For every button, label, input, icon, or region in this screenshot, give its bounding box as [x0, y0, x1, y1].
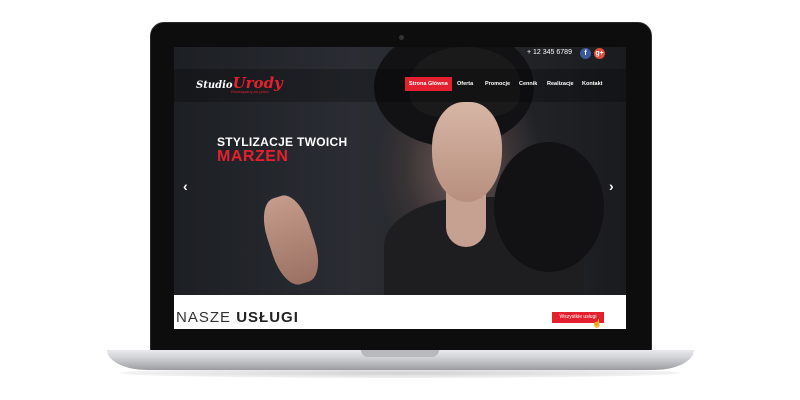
phone-number: + 12 345 6789: [527, 49, 572, 56]
hero-heading-line1: STYLIZACJE TWOICH: [217, 135, 348, 149]
laptop-screen: + 12 345 6789 f g+ StudioUrody Rozwiązan…: [174, 47, 626, 329]
facebook-icon[interactable]: f: [580, 48, 591, 59]
chevron-left-icon[interactable]: ‹: [183, 178, 188, 194]
hero-face: [432, 102, 502, 202]
top-bar: + 12 345 6789 f g+: [174, 47, 626, 61]
hero-fur-collar: [494, 142, 604, 272]
nav-cennik[interactable]: Cennik: [515, 77, 541, 91]
nav-home[interactable]: Strona Główna: [405, 77, 452, 91]
services-title: NASZE USŁUGI: [176, 309, 299, 326]
nav-promocje[interactable]: Promocje: [481, 77, 514, 91]
hero-hand: [256, 190, 326, 290]
hero-slider: + 12 345 6789 f g+ StudioUrody Rozwiązan…: [174, 47, 626, 307]
services-title-bold: USŁUGI: [236, 309, 299, 326]
cursor-icon: ☝: [592, 319, 602, 328]
services-section: NASZE USŁUGI Wszystkie usługi ☝: [174, 295, 626, 329]
laptop-camera: [399, 35, 404, 40]
google-plus-icon[interactable]: g+: [594, 48, 605, 59]
chevron-right-icon[interactable]: ›: [609, 178, 614, 194]
nav-kontakt[interactable]: Kontakt: [578, 77, 606, 91]
laptop-base-notch: [361, 350, 439, 357]
nav-realizacje[interactable]: Realizacje: [543, 77, 578, 91]
logo-part1: Studio: [196, 80, 233, 91]
services-title-light: NASZE: [176, 309, 237, 326]
nav-oferta[interactable]: Oferta: [453, 77, 477, 91]
hero-heading-line2: MARZEN: [217, 148, 289, 165]
logo-tagline: Rozwiązany po plażu: [231, 89, 269, 94]
